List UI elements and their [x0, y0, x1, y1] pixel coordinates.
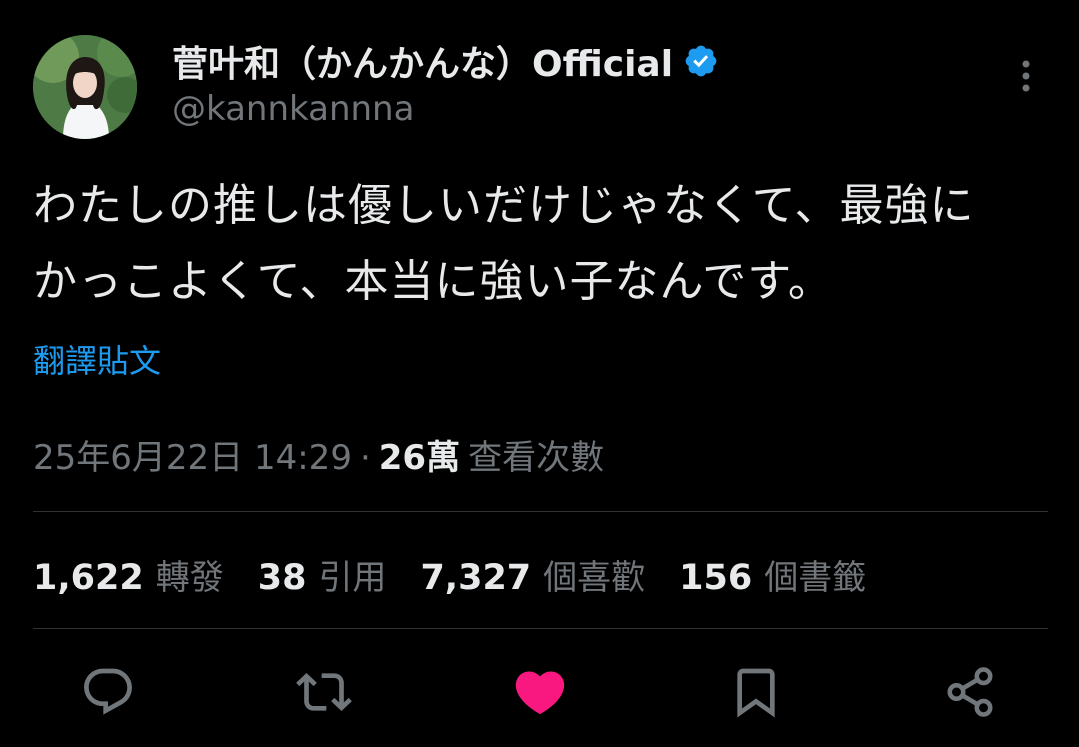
- handle[interactable]: @kannkannna: [172, 89, 414, 129]
- stat-retweets[interactable]: 1,622 轉發: [33, 550, 224, 599]
- bookmark-icon: [737, 668, 775, 718]
- stat-label: 個書籤: [764, 558, 867, 598]
- tweet-detail: 菅叶和（かんかんな）Official @kannkannna わたしの推しは優し…: [0, 0, 1079, 747]
- retweet-icon: [296, 673, 352, 711]
- more-options-button[interactable]: [1006, 56, 1046, 96]
- more-vertical-icon: [1022, 60, 1030, 92]
- tweet-meta: 25年6月22日 14:29 · 26萬 查看次數: [33, 430, 604, 479]
- like-button[interactable]: [508, 660, 572, 724]
- verified-badge-icon: [683, 43, 719, 79]
- tweet-text-line: わたしの推しは優しいだけじゃなくて、最強に: [33, 180, 975, 231]
- stat-value: 7,327: [420, 558, 532, 598]
- stat-likes[interactable]: 7,327 個喜歡: [420, 550, 645, 599]
- share-button[interactable]: [938, 660, 1002, 724]
- share-icon: [947, 667, 993, 717]
- display-name[interactable]: 菅叶和（かんかんな）Official: [172, 35, 673, 87]
- translate-post-link[interactable]: 翻譯貼文: [33, 336, 161, 382]
- engagement-stats: 1,622 轉發 38 引用 7,327 個喜歡 156 個書籤: [33, 550, 866, 599]
- retweet-button[interactable]: [292, 660, 356, 724]
- views-count: 26萬: [378, 438, 461, 478]
- reply-icon: [84, 668, 132, 715]
- stat-bookmarks[interactable]: 156 個書籤: [679, 550, 866, 599]
- bookmark-button[interactable]: [724, 660, 788, 724]
- views-label: 查看次數: [468, 438, 605, 478]
- reply-button[interactable]: [76, 660, 140, 724]
- stat-value: 1,622: [33, 558, 144, 598]
- stat-label: 引用: [318, 558, 387, 598]
- divider: [33, 511, 1048, 512]
- timestamp[interactable]: 25年6月22日 14:29: [33, 430, 352, 479]
- stat-label: 轉發: [155, 558, 224, 598]
- divider: [33, 628, 1048, 629]
- stat-value: 156: [679, 558, 753, 598]
- action-bar: [0, 660, 1079, 724]
- display-name-row: 菅叶和（かんかんな）Official: [172, 35, 719, 87]
- tweet-text: わたしの推しは優しいだけじゃなくて、最強に かっこよくて、本当に強い子なんです。: [33, 168, 1048, 320]
- heart-icon: [515, 671, 565, 715]
- stat-value: 38: [257, 558, 307, 598]
- stat-quotes[interactable]: 38 引用: [258, 550, 387, 599]
- stat-label: 個喜歡: [543, 558, 646, 598]
- avatar[interactable]: [33, 35, 137, 139]
- meta-separator: ·: [359, 438, 371, 478]
- avatar-image: [33, 35, 137, 139]
- tweet-text-line: かっこよくて、本当に強い子なんです。: [33, 256, 833, 307]
